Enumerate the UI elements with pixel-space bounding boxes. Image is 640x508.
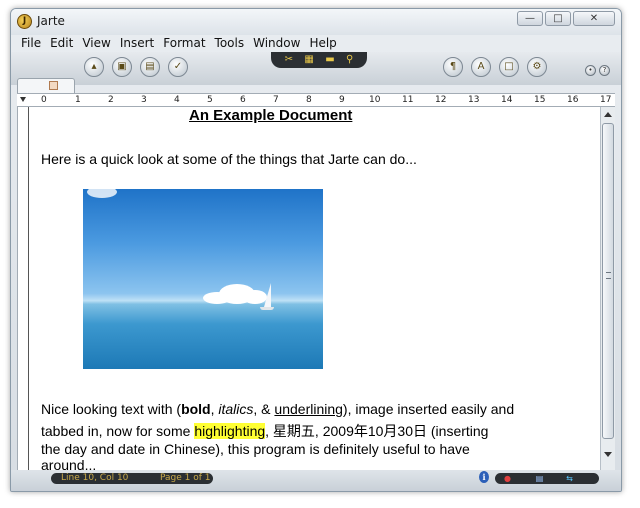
paragraph-line: around... [41,457,97,470]
title-bar: J Jarte — □ ✕ [11,9,621,35]
cut-copy-paste-icon[interactable]: ✂ [285,54,293,66]
ruler-tick-label: 14 [501,95,513,105]
page-indicator: Page 1 of 1 [160,473,211,483]
menu-insert[interactable]: Insert [116,35,159,52]
ruler-tick-label: 2 [108,95,114,105]
sync-icon[interactable]: ⇆ [565,474,574,483]
text-run: , & [253,401,275,417]
text-run: ), image inserted easily and [342,401,515,417]
print-icon[interactable]: ▤ [140,57,160,77]
close-button[interactable]: ✕ [573,11,615,26]
vertical-scrollbar[interactable] [600,107,615,470]
highlighted-text: highlighting [194,423,266,439]
ruler-tick-label: 11 [402,95,414,105]
status-bar: Line 10, Col 10 Page 1 of 1 i ● ▤ ⇆ [11,470,621,491]
scroll-down-icon[interactable] [604,452,612,457]
picture-icon[interactable]: ▦ [304,54,313,66]
menu-help[interactable]: Help [305,35,341,52]
ruler-tick-label: 1 [75,95,81,105]
ruler[interactable]: 0 1 2 3 4 5 6 7 8 9 10 11 12 13 14 15 16… [17,93,615,107]
margin-line [28,107,29,470]
pin-icon[interactable]: • [585,65,596,76]
menu-window[interactable]: Window [249,35,305,52]
menu-view[interactable]: View [78,35,115,52]
menu-bar: File Edit View Insert Format Tools Windo… [11,35,621,52]
paragraph-line: Nice looking text with (bold, italics, &… [41,399,531,419]
save-icon[interactable]: ▣ [112,57,132,77]
scrollbar-thumb[interactable] [602,123,614,439]
underlined-text: underlining [274,401,343,417]
help-icon[interactable]: ? [599,65,610,76]
sailboat-hull [260,307,274,310]
status-tools: ● ▤ ⇆ [495,473,599,484]
insert-icon[interactable]: □ [499,57,519,77]
folder-icon[interactable]: ▬ [325,54,334,66]
document-stats-icon[interactable]: ▤ [535,474,544,483]
text-run: , 星期五, 2009年10月30日 (inserting [265,423,489,439]
ruler-tick-label: 4 [174,95,180,105]
italic-text: italics [218,401,254,417]
ruler-tick-label: 10 [369,95,381,105]
settings-icon[interactable]: ⚙ [527,57,547,77]
ruler-tick-label: 0 [41,95,47,105]
document-tab[interactable] [17,78,75,93]
status-pill: Line 10, Col 10 Page 1 of 1 [51,473,213,484]
spell-check-icon[interactable]: ✓ [168,57,188,77]
paragraph-icon[interactable]: ¶ [443,57,463,77]
window-title: Jarte [37,14,65,28]
bold-text: bold [181,401,211,417]
find-icon[interactable]: ⚲ [346,54,353,66]
ruler-tick-label: 3 [141,95,147,105]
intro-paragraph: Here is a quick look at some of the thin… [41,151,417,167]
minimize-button[interactable]: — [517,11,543,26]
ruler-tick-label: 13 [468,95,480,105]
sailboat [264,283,271,307]
maximize-button[interactable]: □ [545,11,571,26]
body-paragraph: Nice looking text with (bold, italics, &… [41,399,531,470]
jarte-logo-icon: J [17,14,32,29]
cursor-position: Line 10, Col 10 [61,473,129,483]
paragraph-line: the day and date in Chinese), this progr… [41,441,470,457]
ruler-tick-label: 7 [273,95,279,105]
paragraph-line: tabbed in, now for some highlighting, 星期… [41,421,531,441]
indent-marker[interactable] [20,97,26,102]
ruler-tick-label: 12 [435,95,447,105]
record-icon[interactable]: ● [503,474,512,483]
app-window: J Jarte — □ ✕ File Edit View Insert Form… [10,8,622,492]
menu-file[interactable]: File [17,35,46,52]
ruler-tick-label: 9 [339,95,345,105]
open-file-icon[interactable]: ▴ [84,57,104,77]
font-icon[interactable]: A [471,57,491,77]
cloud [87,189,117,198]
window-controls: — □ ✕ [517,11,615,26]
menu-tools[interactable]: Tools [211,35,250,52]
ruler-tick-label: 5 [207,95,213,105]
menu-edit[interactable]: Edit [46,35,78,52]
ruler-tick-label: 17 [600,95,612,105]
document-tabs [11,77,621,93]
scroll-up-icon[interactable] [604,112,612,117]
menu-format[interactable]: Format [159,35,210,52]
ruler-tick-label: 16 [567,95,579,105]
center-toolbar: ✂ ▦ ▬ ⚲ [271,52,367,68]
inserted-image[interactable] [83,189,323,369]
document-editor[interactable]: An Example Document Here is a quick look… [17,107,600,470]
info-icon[interactable]: i [479,471,489,483]
grip-icon [606,272,611,279]
text-run: Nice looking text with ( [41,401,182,417]
document-title: An Example Document [189,107,353,124]
ruler-tick-label: 15 [534,95,546,105]
text-run: tabbed in, now for some [41,423,195,439]
ruler-tick-label: 6 [240,95,246,105]
ruler-tick-label: 8 [306,95,312,105]
document-icon [49,81,58,90]
